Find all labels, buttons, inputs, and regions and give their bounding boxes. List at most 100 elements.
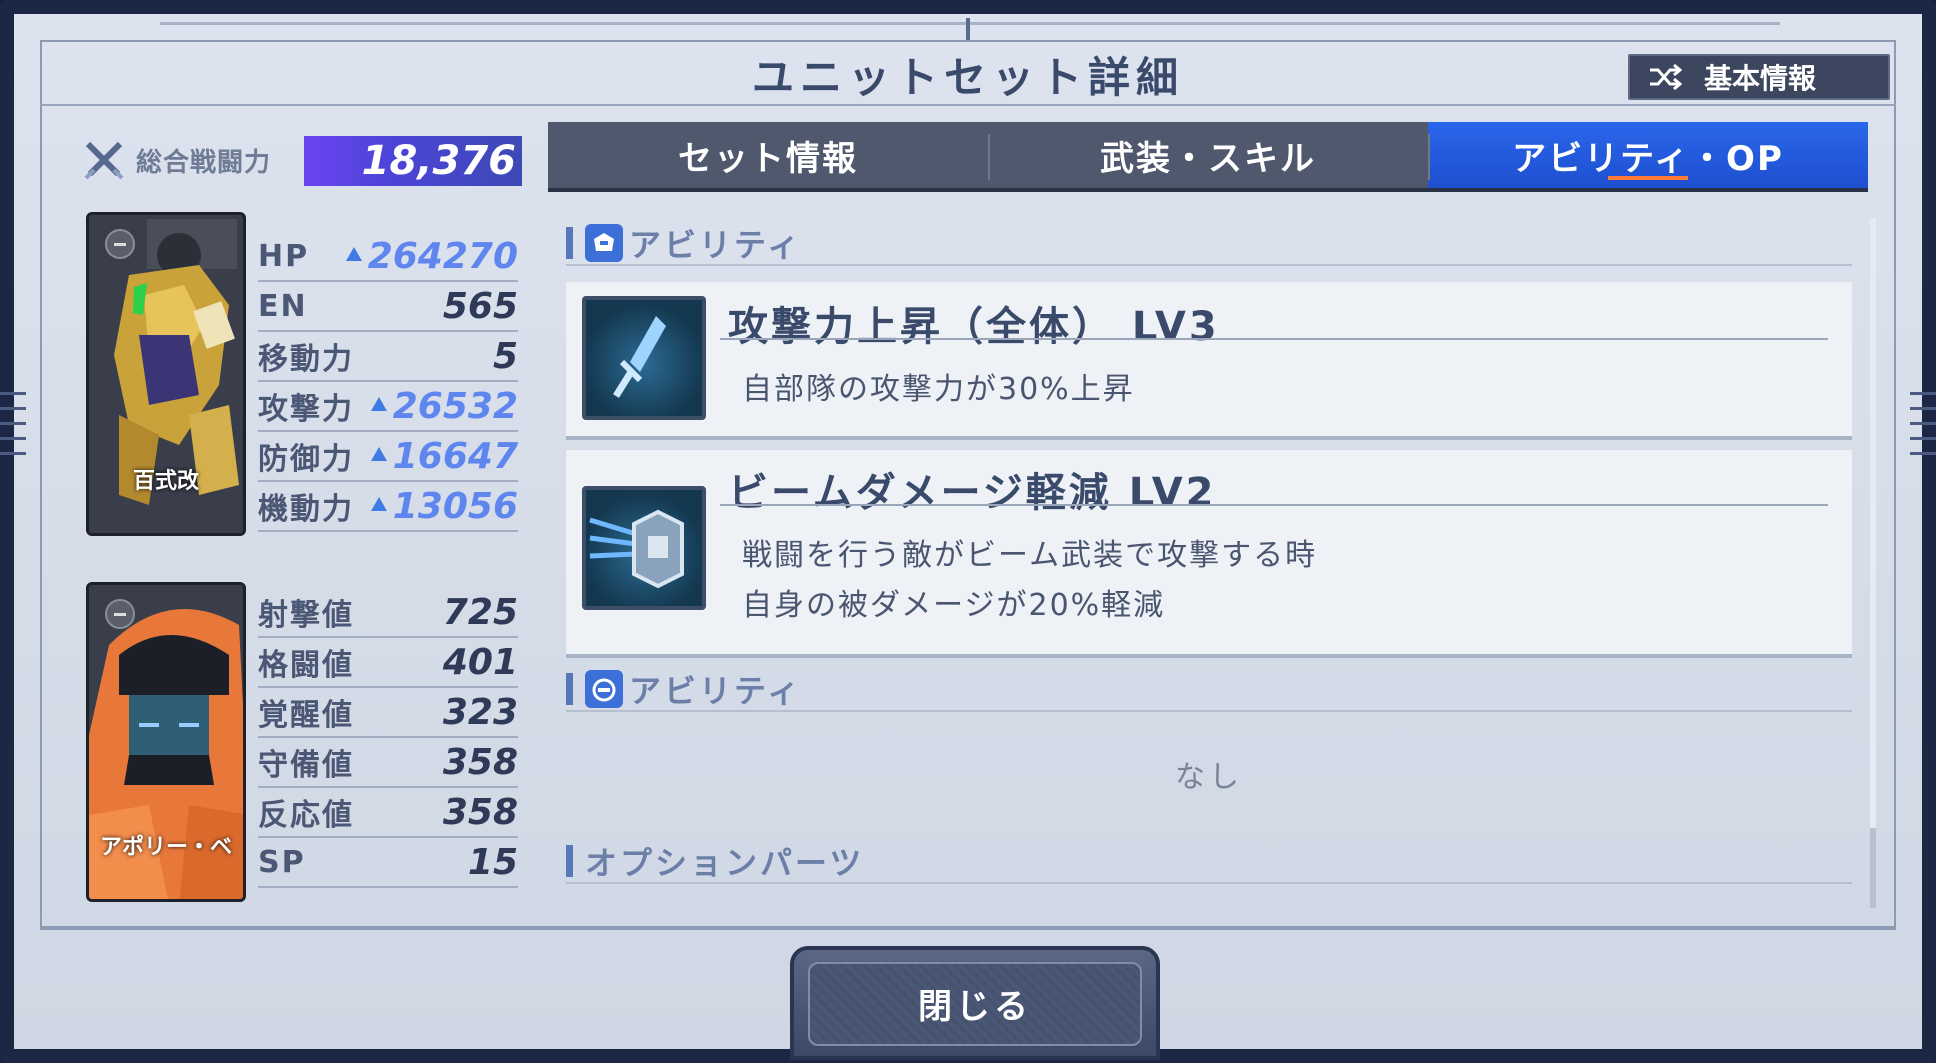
stat-value-text: 323 [442,691,518,733]
stat-value-text: 358 [442,741,518,783]
stat-value: 323 [443,692,518,733]
stat-value: 26532 [370,385,518,427]
heading-bar [566,227,573,259]
active-tab-indicator [1608,176,1688,180]
stat-label: 守備値 [258,748,354,783]
tab-weapons-skills-label: 武装・スキル [1100,138,1316,179]
ability-2-desc-line-2: 自身の被ダメージが20%軽減 [742,588,1166,623]
stat-value: 16647 [370,435,518,477]
combat-power-value: 18,376 [304,136,522,186]
stat-value: 565 [443,286,518,327]
shuffle-icon [1650,63,1682,91]
left-ticks [0,380,26,540]
bottom-rule [40,926,1896,928]
stat-value-text: 13056 [392,485,518,527]
stat-value: 725 [443,592,518,633]
ability-1-desc-line-1: 自部隊の攻撃力が30%上昇 [742,372,1135,407]
tab-abilities-op-label: アビリティ・OP [1512,138,1784,179]
stat-value-text: 26532 [392,385,518,427]
ability-card-2[interactable]: ビームダメージ軽減 LV2 戦闘を行う敵がビーム武装で攻撃する時 自身の被ダメー… [566,450,1852,658]
pilot-name: アポリー・ベ [99,835,232,860]
close-button-label: 閉じる [918,986,1032,1027]
stat-value-text: 5 [492,335,518,377]
stat-value-text: 16647 [392,435,518,477]
tab-set-info[interactable]: セット情報 [548,122,988,188]
beam-shield-icon [582,486,706,610]
stat-label: 攻撃力 [258,392,354,427]
stat-value: 5 [493,336,518,377]
stat-value: 15 [468,842,518,883]
boost-arrow-icon [370,497,387,511]
boost-arrow-icon [345,247,362,261]
top-rule [160,22,1780,25]
pilot-ability-heading-text: アビリティ [629,672,803,710]
stat-value-text: 15 [467,841,518,883]
stat-row-unit: HP 264270 [258,232,518,282]
stat-value-text: 401 [442,641,518,683]
top-notch [966,18,970,42]
option-parts-heading-text: オプションパーツ [585,844,865,882]
ability-2-desc-line-1: 戦闘を行う敵がビーム武装で攻撃する時 [742,538,1318,573]
stat-row-unit: 攻撃力 26532 [258,382,518,432]
tab-set-info-label: セット情報 [678,138,858,179]
stat-row-unit: EN 565 [258,282,518,332]
close-button[interactable]: 閉じる [790,946,1160,1060]
basic-info-button[interactable]: 基本情報 [1628,54,1890,100]
stat-label: 格闘値 [258,648,354,683]
combat-power-label: 総合戦闘力 [136,147,272,178]
stat-row-pilot: 反応値 358 [258,788,518,838]
stat-row-pilot: 格闘値 401 [258,638,518,688]
crossed-swords-icon [84,141,124,180]
heading-bar [566,845,573,877]
stat-row-unit: 機動力 13056 [258,482,518,532]
stat-value-text: 725 [442,591,518,633]
ability-1-title: 攻撃力上昇（全体） LV3 [728,304,1220,350]
content-scrollbar[interactable] [1870,218,1876,908]
stat-row-unit: 移動力 5 [258,332,518,382]
tab-weapons-skills[interactable]: 武装・スキル [988,122,1428,188]
remove-unit-icon[interactable] [105,229,135,259]
remove-pilot-icon[interactable] [105,599,135,629]
stat-value-text: 264270 [367,235,518,277]
unit-name: 百式改 [132,469,199,494]
stat-label: 反応値 [258,798,354,833]
unit-ability-heading: アビリティ [566,222,1852,266]
mobile-suit-icon [585,224,623,262]
stat-row-pilot: 射撃値 725 [258,588,518,638]
stat-value: 13056 [370,485,518,527]
heading-bar [566,673,573,705]
ability-card-1[interactable]: 攻撃力上昇（全体） LV3 自部隊の攻撃力が30%上昇 [566,282,1852,440]
stat-label: 移動力 [258,342,354,377]
combat-power: 総合戦闘力 [82,134,271,186]
stat-row-pilot: SP 15 [258,838,518,888]
stat-value-text: 565 [442,285,518,327]
pilot-helmet-icon [585,670,623,708]
ability-2-rule [720,504,1828,506]
ability-2-title: ビームダメージ軽減 LV2 [728,470,1217,516]
stat-value: 401 [443,642,518,683]
basic-info-label: 基本情報 [1704,62,1817,95]
stat-label: SP [258,844,306,880]
sword-icon [582,296,706,420]
ability-1-rule [720,338,1828,340]
stat-value: 358 [443,792,518,833]
right-ticks [1910,380,1936,540]
stat-value: 358 [443,742,518,783]
stat-row-pilot: 覚醒値 323 [258,688,518,738]
pilot-ability-empty: なし [1175,760,1243,795]
stat-row-pilot: 守備値 358 [258,738,518,788]
pilot-ability-heading: アビリティ [566,668,1852,712]
tab-abilities-op[interactable]: アビリティ・OP [1428,122,1868,188]
unit-portrait[interactable]: 百式改 [86,212,246,536]
tab-bar: セット情報 武装・スキル アビリティ・OP [548,122,1868,192]
stat-label: 機動力 [258,492,354,527]
scrollbar-thumb[interactable] [1870,218,1876,828]
stat-value-text: 358 [442,791,518,833]
stat-label: 射撃値 [258,598,354,633]
stat-label: 防御力 [258,442,354,477]
stat-label: 覚醒値 [258,698,354,733]
stat-label: EN [258,288,308,324]
unit-ability-heading-text: アビリティ [629,226,803,264]
title-underline [40,104,1896,106]
pilot-portrait[interactable]: アポリー・ベ [86,582,246,902]
